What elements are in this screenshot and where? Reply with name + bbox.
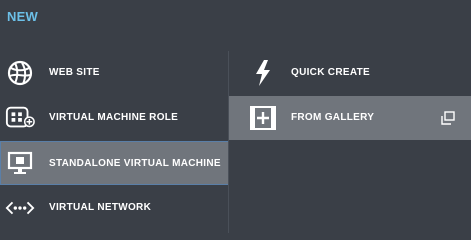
option-from-gallery[interactable]: FROM GALLERY [229, 96, 471, 140]
menu-item-label: STANDALONE VIRTUAL MACHINE [49, 158, 221, 169]
open-window-icon[interactable] [441, 111, 455, 125]
header: NEW [0, 0, 471, 38]
menu-item-label: WEB SITE [49, 67, 100, 78]
gallery-icon [249, 104, 277, 132]
network-icon [5, 194, 35, 222]
menu-item-label: VIRTUAL NETWORK [49, 202, 152, 213]
menu-item-standalone-vm[interactable]: STANDALONE VIRTUAL MACHINE [0, 141, 229, 185]
option-menu: QUICK CREATE FROM GALLERY [229, 51, 471, 233]
menu-item-label: VIRTUAL MACHINE ROLE [49, 112, 179, 123]
category-menu: WEB SITE VIRTUAL MACHINE ROLE STANDALONE… [0, 51, 229, 233]
vm-role-icon [5, 104, 35, 132]
option-label: QUICK CREATE [291, 67, 370, 78]
option-label: FROM GALLERY [291, 112, 375, 123]
menu-item-web-site[interactable]: WEB SITE [0, 51, 229, 95]
page-title: NEW [7, 9, 38, 24]
lightning-icon [249, 59, 277, 87]
option-quick-create[interactable]: QUICK CREATE [229, 51, 471, 95]
monitor-icon [5, 149, 35, 177]
menu-item-virtual-network[interactable]: VIRTUAL NETWORK [0, 186, 229, 230]
web-site-icon [5, 59, 35, 87]
menu-item-vm-role[interactable]: VIRTUAL MACHINE ROLE [0, 96, 229, 140]
